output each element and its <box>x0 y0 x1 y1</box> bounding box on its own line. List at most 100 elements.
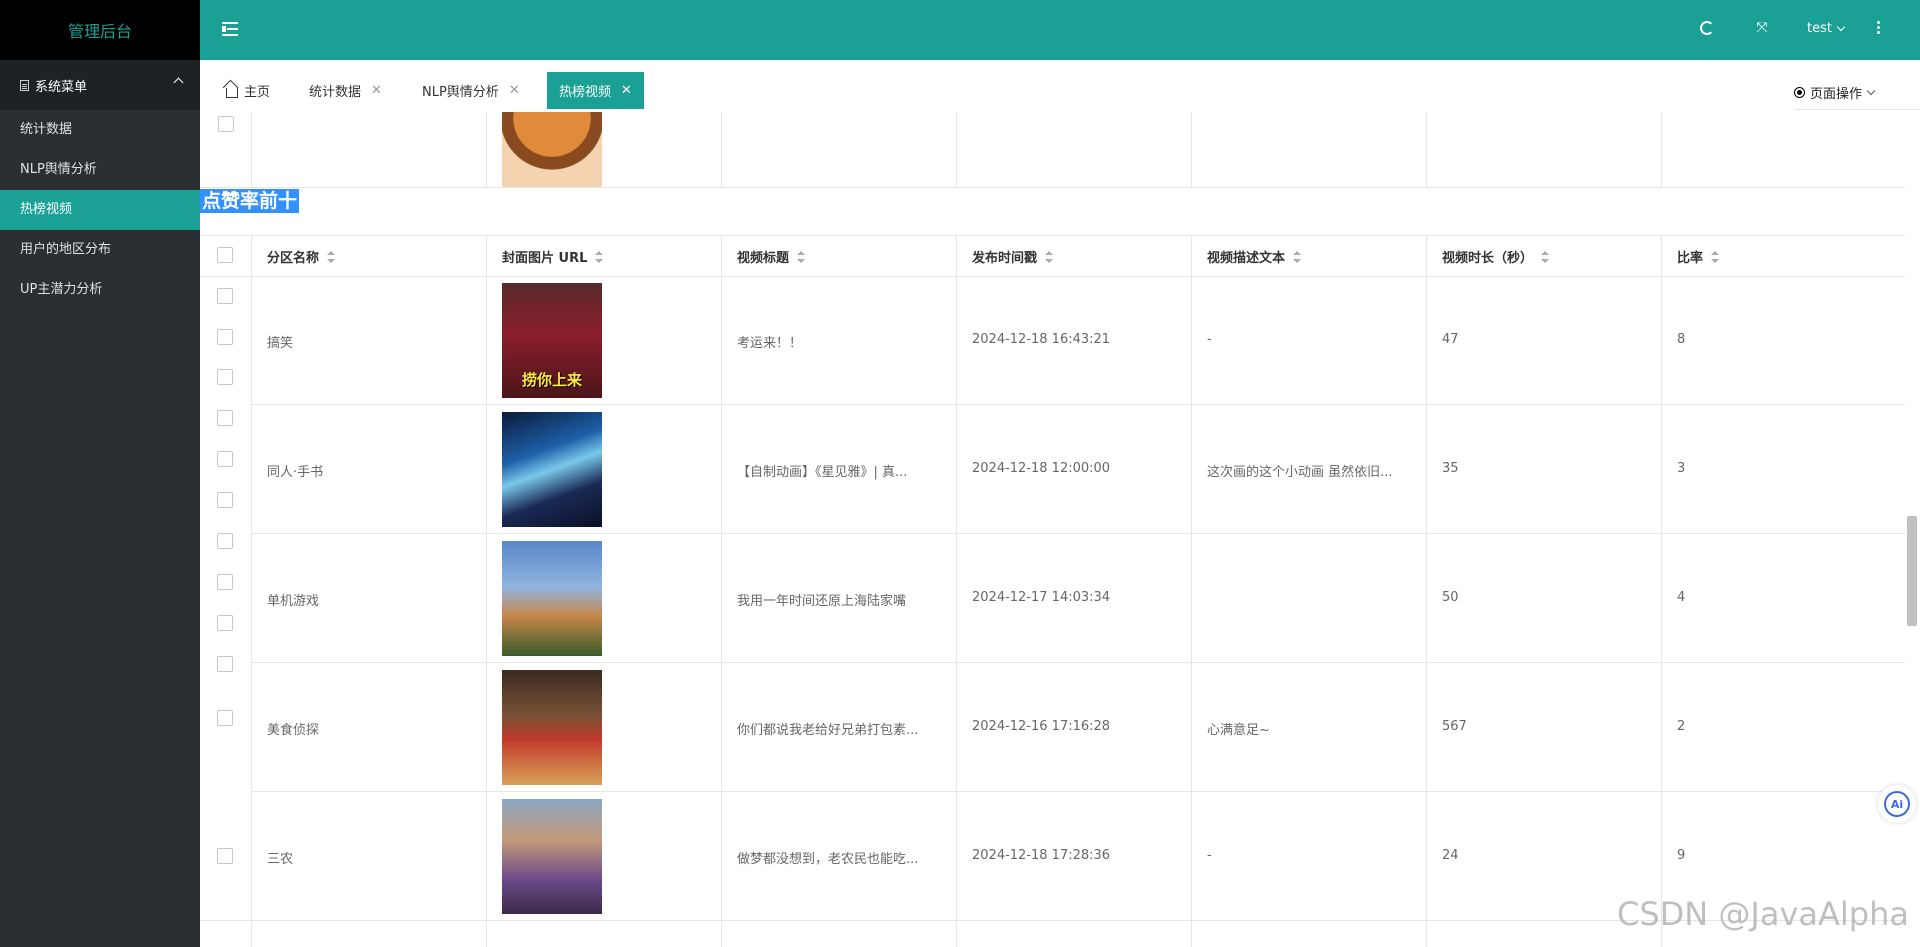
table-cell: 2024-12-17 14:03:34 <box>972 590 1111 605</box>
row-checkbox[interactable] <box>218 116 234 132</box>
main-content: 点赞率前十 分区名称 封面图片 URL 视频标题 发布时间戳 视频描述文本 视频… <box>200 112 1920 947</box>
sort-icon <box>1541 250 1550 263</box>
scrollbar-thumb[interactable] <box>1907 516 1917 626</box>
column-header[interactable]: 分区名称 <box>267 247 336 266</box>
close-icon[interactable]: ✕ <box>621 83 632 98</box>
select-all-checkbox[interactable] <box>217 247 233 263</box>
top-header: ⤧ test <box>200 0 1920 60</box>
table-cell: 47 <box>1442 332 1459 347</box>
user-menu[interactable]: test <box>1807 21 1846 36</box>
close-icon[interactable]: ✕ <box>371 83 382 98</box>
chevron-down-icon <box>1836 22 1846 32</box>
sidebar-item-up-potential[interactable]: UP主潜力分析 <box>0 270 200 310</box>
table-cell: 2024-12-18 16:43:21 <box>972 332 1111 347</box>
tab-bar: 主页 统计数据 ✕ NLP舆情分析 ✕ 热榜视频 ✕ 页面操作 <box>200 60 1920 112</box>
cover-image <box>502 541 602 656</box>
row-checkbox[interactable] <box>217 451 233 467</box>
chevron-down-icon <box>1866 86 1876 96</box>
row-checkbox[interactable] <box>217 369 233 385</box>
document-icon <box>20 79 29 91</box>
table-cell: 做梦都没想到，老农民也能吃... <box>737 852 919 867</box>
table-cell: - <box>1207 848 1212 863</box>
tab-label: 热榜视频 <box>559 85 612 100</box>
sidebar: 管理后台 系统菜单 统计数据 NLP舆情分析 热榜视频 用户的地区分布 UP主潜… <box>0 0 200 947</box>
page-ops-label: 页面操作 <box>1810 87 1863 102</box>
table-cell: 3 <box>1677 461 1686 476</box>
column-header[interactable]: 视频描述文本 <box>1207 247 1302 266</box>
row-checkbox[interactable] <box>217 533 233 549</box>
table-cell: 4 <box>1677 590 1686 605</box>
table-cell: 单机游戏 <box>267 594 320 609</box>
fullscreen-icon[interactable]: ⤧ <box>1755 21 1769 35</box>
sort-icon <box>1293 250 1302 263</box>
row-checkbox[interactable] <box>217 656 233 672</box>
sort-icon <box>1711 250 1720 263</box>
table-cell: 35 <box>1442 461 1459 476</box>
table-cell: 9 <box>1677 848 1686 863</box>
close-icon[interactable]: ✕ <box>509 83 520 98</box>
table-cell: 【自制动画】《星见雅》| 真... <box>737 465 908 480</box>
table-cell: 8 <box>1677 332 1686 347</box>
cover-image: 捞你上来 <box>502 283 602 398</box>
sidebar-item-stats[interactable]: 统计数据 <box>0 110 200 150</box>
table-cell: 心满意足~ <box>1207 723 1270 738</box>
sidebar-item-hot-videos[interactable]: 热榜视频 <box>0 190 200 230</box>
table-cell: 考运来！！ <box>737 336 803 351</box>
tab-label: 统计数据 <box>309 85 362 100</box>
row-checkbox[interactable] <box>217 710 233 726</box>
row-checkbox[interactable] <box>217 492 233 508</box>
menu-group-system[interactable]: 系统菜单 <box>0 60 200 110</box>
row-checkbox[interactable] <box>217 615 233 631</box>
column-header[interactable]: 视频时长（秒） <box>1442 247 1550 266</box>
app-logo: 管理后台 <box>0 0 200 60</box>
table-cell: 50 <box>1442 590 1459 605</box>
table-cell: 这次画的这个小动画 虽然依旧... <box>1207 465 1393 480</box>
sort-icon <box>1045 250 1054 263</box>
menu-fold-icon[interactable] <box>222 21 238 37</box>
cover-image <box>502 670 602 785</box>
column-header[interactable]: 封面图片 URL <box>502 247 604 266</box>
table-cell: 同人·手书 <box>267 465 324 480</box>
table-cell: 2024-12-16 17:16:28 <box>972 719 1111 734</box>
row-checkbox[interactable] <box>217 848 233 864</box>
cover-image <box>502 112 602 187</box>
table-cell: 美食侦探 <box>267 723 320 738</box>
section-title: 点赞率前十 <box>200 189 300 213</box>
username: test <box>1807 21 1832 36</box>
column-header[interactable]: 发布时间戳 <box>972 247 1054 266</box>
page-operations-dropdown[interactable]: 页面操作 <box>1794 83 1876 102</box>
table-cell: - <box>1207 332 1212 347</box>
table-cell: 我用一年时间还原上海陆家嘴 <box>737 594 907 609</box>
table-cell: 三农 <box>267 852 294 867</box>
tab-hot-videos[interactable]: 热榜视频 ✕ <box>547 72 644 109</box>
watermark: CSDN @JavaAlpha <box>1617 895 1909 933</box>
column-header[interactable]: 视频标题 <box>737 247 806 266</box>
tab-home[interactable]: 主页 <box>214 72 282 109</box>
column-header[interactable]: 比率 <box>1677 247 1720 266</box>
row-checkbox[interactable] <box>217 288 233 304</box>
table-cell: 2024-12-18 17:28:36 <box>972 848 1111 863</box>
sidebar-item-region[interactable]: 用户的地区分布 <box>0 230 200 270</box>
cover-caption: 捞你上来 <box>521 371 582 389</box>
row-checkbox[interactable] <box>217 574 233 590</box>
ai-assistant-button[interactable]: Ai <box>1878 785 1916 823</box>
table-cell: 2 <box>1677 719 1686 734</box>
more-icon[interactable] <box>1877 21 1880 35</box>
sort-icon <box>595 250 604 263</box>
menu-group-label: 系统菜单 <box>35 79 88 95</box>
sort-icon <box>327 250 336 263</box>
refresh-icon[interactable] <box>1700 21 1714 35</box>
tab-stats[interactable]: 统计数据 ✕ <box>297 72 394 109</box>
cover-image <box>502 799 602 914</box>
tab-label: NLP舆情分析 <box>422 85 499 100</box>
table-cell: 你们都说我老给好兄弟打包素... <box>737 723 919 738</box>
row-checkbox[interactable] <box>217 410 233 426</box>
circle-dot-icon <box>1794 87 1805 98</box>
tab-nlp[interactable]: NLP舆情分析 ✕ <box>410 72 532 109</box>
cover-image <box>502 412 602 527</box>
sort-icon <box>797 250 806 263</box>
tab-label: 主页 <box>244 85 271 100</box>
row-checkbox[interactable] <box>217 329 233 345</box>
sidebar-item-nlp[interactable]: NLP舆情分析 <box>0 150 200 190</box>
table-cell: 24 <box>1442 848 1459 863</box>
